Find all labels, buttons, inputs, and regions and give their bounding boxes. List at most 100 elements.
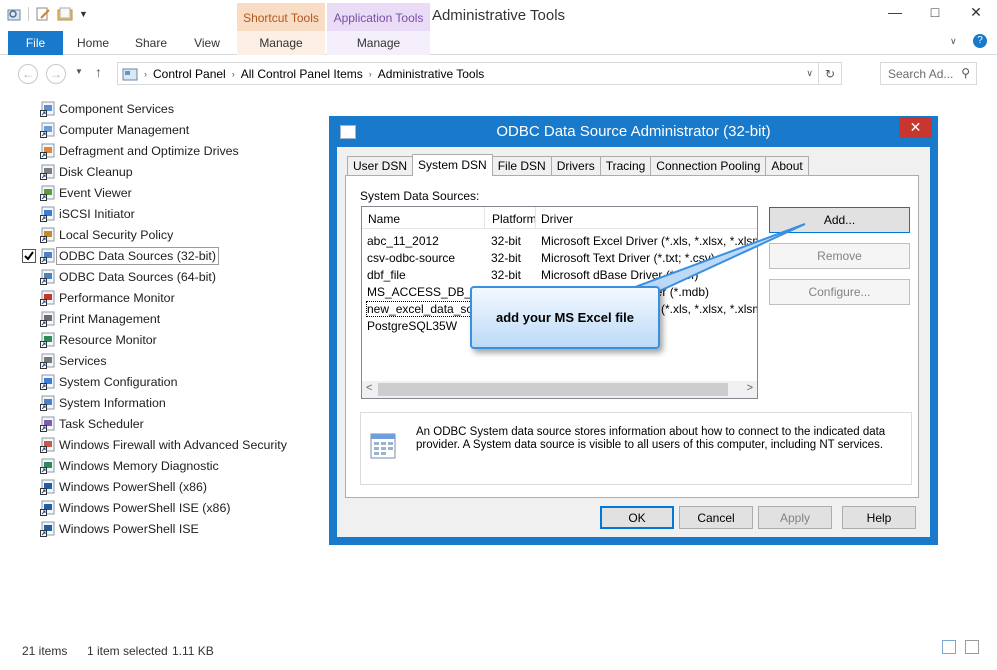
list-item[interactable]: Performance Monitor <box>22 287 342 308</box>
list-item[interactable]: Windows PowerShell (x86) <box>22 476 342 497</box>
column-platform[interactable]: Platform <box>492 212 537 226</box>
list-item[interactable]: Services <box>22 350 342 371</box>
checkbox-icon[interactable] <box>22 438 36 452</box>
list-item[interactable]: Component Services <box>22 98 342 119</box>
checkbox-icon[interactable] <box>22 123 36 137</box>
checkbox-icon[interactable] <box>22 312 36 326</box>
list-item[interactable]: iSCSI Initiator <box>22 203 342 224</box>
table-row[interactable]: csv-odbc-source 32-bit Microsoft Text Driv… <box>362 250 757 267</box>
checkbox-icon[interactable] <box>22 417 36 431</box>
refresh-icon[interactable]: ↻ <box>818 63 841 84</box>
list-item[interactable]: Computer Management <box>22 119 342 140</box>
checkbox-icon[interactable] <box>22 186 36 200</box>
tab-home[interactable]: Home <box>68 31 118 55</box>
address-dropdown-icon[interactable]: ∨ <box>806 68 813 79</box>
list-item[interactable]: Local Security Policy <box>22 224 342 245</box>
search-input[interactable]: Search Ad... ⚲ <box>880 62 977 85</box>
checkbox-icon[interactable] <box>22 396 36 410</box>
breadcrumb-all-items[interactable]: All Control Panel Items <box>241 67 363 81</box>
checkbox-icon[interactable] <box>22 375 36 389</box>
checkbox-icon[interactable] <box>22 144 36 158</box>
details-view-icon[interactable] <box>942 640 956 654</box>
back-icon[interactable]: ← <box>18 64 38 84</box>
list-item[interactable]: System Configuration <box>22 371 342 392</box>
minimize-button[interactable]: — <box>880 0 910 24</box>
shortcut-icon <box>40 353 56 369</box>
scroll-thumb[interactable] <box>378 383 728 396</box>
list-item-label: ODBC Data Sources (64-bit) <box>59 269 217 284</box>
apply-button[interactable]: Apply <box>758 506 832 529</box>
breadcrumb-control-panel[interactable]: Control Panel <box>153 67 226 81</box>
cell-name: new_excel_data_source <box>366 301 482 317</box>
tab-manage-shortcut[interactable]: Manage <box>237 31 325 55</box>
list-item[interactable]: Windows Memory Diagnostic <box>22 455 342 476</box>
address-bar[interactable]: › Control Panel › All Control Panel Item… <box>117 62 842 85</box>
forward-icon[interactable]: → <box>46 64 66 84</box>
checkbox-icon[interactable] <box>22 522 36 536</box>
tab-file[interactable]: File <box>8 31 63 55</box>
table-row[interactable]: abc_11_2012 32-bit Microsoft Excel Driver … <box>362 233 757 250</box>
tab-share[interactable]: Share <box>126 31 176 55</box>
ok-button[interactable]: OK <box>600 506 674 529</box>
tab-file-dsn[interactable]: File DSN <box>491 156 552 175</box>
breadcrumb-admin-tools[interactable]: Administrative Tools <box>378 67 485 81</box>
scroll-right-icon[interactable]: > <box>747 382 753 394</box>
help-button[interactable]: Help <box>842 506 916 529</box>
help-icon[interactable]: ? <box>973 34 987 48</box>
checkbox-icon[interactable] <box>22 102 36 116</box>
tab-about[interactable]: About <box>765 156 809 175</box>
close-button[interactable]: ✕ <box>957 0 995 24</box>
checkbox-icon[interactable] <box>22 207 36 221</box>
list-item[interactable]: Event Viewer <box>22 182 342 203</box>
list-item[interactable]: Resource Monitor <box>22 329 342 350</box>
add-button[interactable]: Add... <box>769 207 910 233</box>
tab-tracing[interactable]: Tracing <box>599 156 652 175</box>
list-item[interactable]: Defragment and Optimize Drives <box>22 140 342 161</box>
list-item[interactable]: Print Management <box>22 308 342 329</box>
checkbox-icon[interactable] <box>22 333 36 347</box>
checkbox-icon[interactable] <box>22 354 36 368</box>
column-driver[interactable]: Driver <box>541 212 573 226</box>
tab-drivers[interactable]: Drivers <box>550 156 601 175</box>
horizontal-scrollbar[interactable]: < > <box>362 381 757 398</box>
list-item[interactable]: Windows Firewall with Advanced Security <box>22 434 342 455</box>
breadcrumb-sep-icon: › <box>231 68 235 79</box>
recent-locations-icon[interactable]: ▼ <box>75 67 83 76</box>
checkbox-checked-icon[interactable] <box>22 248 36 263</box>
checkbox-icon[interactable] <box>22 228 36 242</box>
list-item[interactable]: Windows PowerShell ISE <box>22 518 342 539</box>
configure-button[interactable]: Configure... <box>769 279 910 305</box>
maximize-button[interactable]: □ <box>920 0 950 24</box>
tab-view[interactable]: View <box>182 31 232 55</box>
scroll-left-icon[interactable]: < <box>366 382 372 394</box>
up-icon[interactable]: ↑ <box>95 64 102 80</box>
tab-user-dsn[interactable]: User DSN <box>347 156 414 175</box>
checkbox-icon[interactable] <box>22 291 36 305</box>
checkbox-icon[interactable] <box>22 480 36 494</box>
list-item[interactable]: System Information <box>22 392 342 413</box>
list-item[interactable]: Task Scheduler <box>22 413 342 434</box>
tab-manage-application[interactable]: Manage <box>327 31 430 55</box>
checkbox-icon[interactable] <box>22 165 36 179</box>
tab-system-dsn[interactable]: System DSN <box>412 154 493 176</box>
list-item-label: Services <box>59 353 107 368</box>
checkbox-icon[interactable] <box>22 270 36 284</box>
checkbox-icon[interactable] <box>22 459 36 473</box>
list-item[interactable]: Windows PowerShell ISE (x86) <box>22 497 342 518</box>
search-icon[interactable]: ⚲ <box>961 66 970 80</box>
column-name[interactable]: Name <box>368 212 400 226</box>
list-item[interactable]: ODBC Data Sources (64-bit) <box>22 266 342 287</box>
ribbon-expand-icon[interactable]: ∨ <box>950 36 957 47</box>
tab-connection-pooling[interactable]: Connection Pooling <box>650 156 767 175</box>
large-icons-view-icon[interactable] <box>965 640 979 654</box>
dialog-close-icon[interactable]: ✕ <box>899 117 932 138</box>
shortcut-icon <box>40 374 56 390</box>
checkbox-icon[interactable] <box>22 501 36 515</box>
list-item[interactable]: ODBC Data Sources (32-bit) <box>22 245 342 266</box>
cancel-button[interactable]: Cancel <box>679 506 753 529</box>
list-item-label: Windows PowerShell (x86) <box>59 479 208 494</box>
search-placeholder: Search Ad... <box>888 67 954 81</box>
list-item[interactable]: Disk Cleanup <box>22 161 342 182</box>
table-row[interactable]: dbf_file 32-bit Microsoft dBase Driver (*.… <box>362 267 757 284</box>
remove-button[interactable]: Remove <box>769 243 910 269</box>
